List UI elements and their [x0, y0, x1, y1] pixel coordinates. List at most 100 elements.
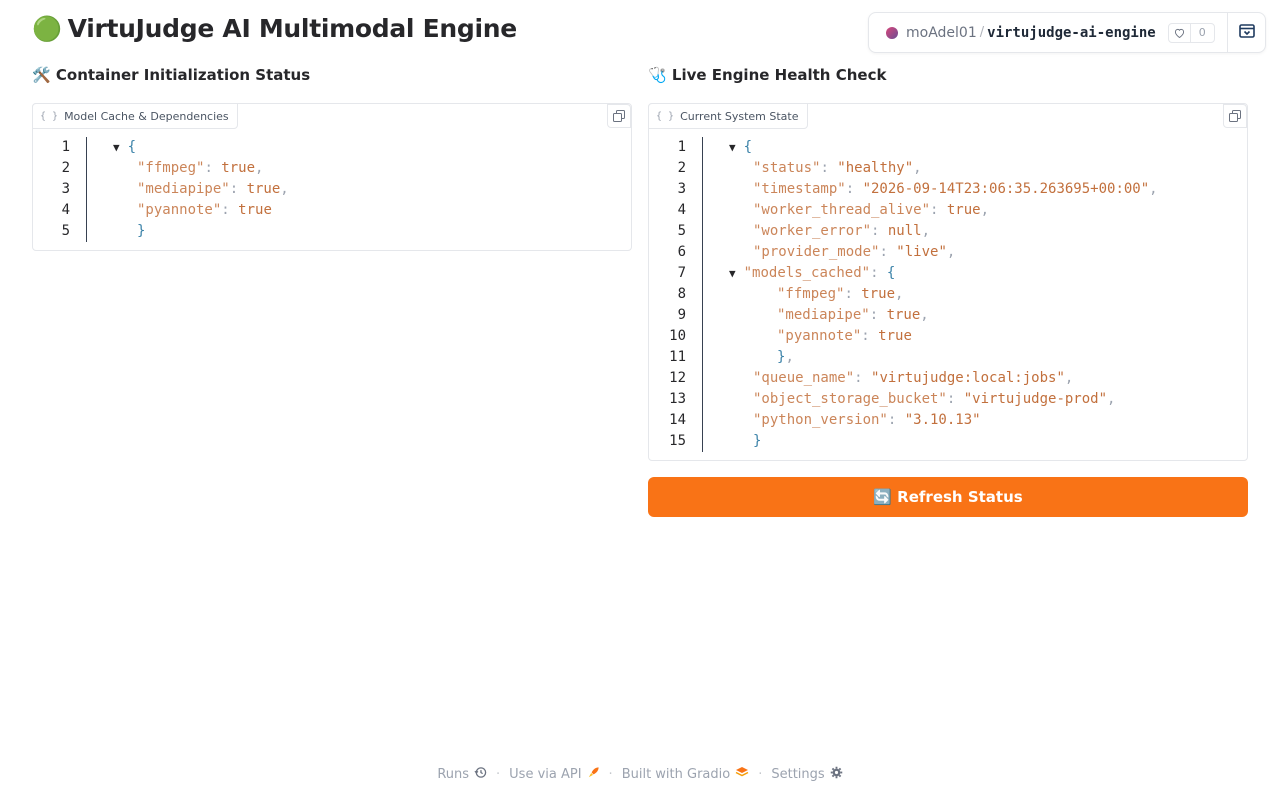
code-line: 5}: [33, 221, 631, 242]
use-via-api-link[interactable]: Use via API: [509, 766, 599, 783]
indent-guide: [702, 179, 719, 200]
code-line-body: },: [719, 347, 794, 368]
json-token-punct: :: [861, 328, 879, 344]
braces-icon: { }: [40, 110, 59, 122]
refresh-status-button[interactable]: 🔄 Refresh Status: [648, 477, 1248, 517]
json-token-punct: :: [887, 412, 905, 428]
json-token-punct: :: [845, 181, 863, 197]
code-line-body: "ffmpeg": true,: [103, 158, 263, 179]
line-number: 15: [669, 433, 686, 449]
code-line-body: "worker_error": null,: [719, 221, 930, 242]
json-token-val: true: [238, 202, 272, 218]
json-token-punct: ,: [895, 286, 904, 302]
code-line-body: "pyannote": true: [719, 326, 912, 347]
model-cache-json-panel: { } Model Cache & Dependencies 1 ▼{2 "ffmp…: [32, 103, 632, 251]
collapse-toggle-icon[interactable]: ▼: [729, 263, 736, 284]
code-line-body: "object_storage_bucket": "virtujudge-pro…: [719, 389, 1115, 410]
indent-guide: [702, 242, 719, 263]
json-token-brace: {: [886, 265, 896, 281]
panel-label-text: Current System State: [680, 109, 799, 123]
json-token-val: true: [878, 328, 912, 344]
code-line: 2 "status": "healthy",: [649, 158, 1247, 179]
json-token-punct: :: [879, 244, 897, 260]
indent-guide: [702, 284, 719, 305]
code-line: 9 "mediapipe": true,: [649, 305, 1247, 326]
copy-button[interactable]: [1223, 104, 1247, 128]
code-line: 12 "queue_name": "virtujudge:local:jobs",: [649, 368, 1247, 389]
braces-icon: { }: [656, 110, 675, 122]
json-token-punct: :: [221, 202, 239, 218]
line-number: 12: [669, 370, 686, 386]
json-token-val: "live": [896, 244, 947, 260]
history-icon: [474, 766, 487, 783]
green-circle-icon: 🟢: [32, 14, 62, 43]
code-line-body: "provider_mode": "live",: [719, 242, 955, 263]
settings-link[interactable]: Settings: [771, 766, 842, 783]
like-button[interactable]: 0: [1167, 22, 1215, 43]
json-token-val: "virtujudge:local:jobs": [871, 370, 1065, 386]
indent-guide: [702, 200, 719, 221]
json-token-punct: :: [870, 265, 887, 281]
line-number: 3: [677, 181, 686, 197]
indent-guide: [702, 410, 719, 431]
copy-icon: [1229, 107, 1241, 126]
json-token-val: "healthy": [837, 160, 914, 176]
json-token-brace: {: [127, 139, 137, 155]
indent-guide: [702, 347, 719, 368]
json-token-val: true: [221, 160, 256, 176]
collapse-header-button[interactable]: [1227, 13, 1265, 52]
indent-guide: [702, 326, 719, 347]
code-line: 8 "ffmpeg": true,: [649, 284, 1247, 305]
json-token-key: "timestamp": [753, 181, 846, 197]
json-token-punct: ,: [1149, 181, 1158, 197]
json-token-key: "mediapipe": [137, 181, 230, 197]
json-token-val: true: [246, 181, 281, 197]
built-with-gradio-link[interactable]: Built with Gradio: [622, 766, 750, 782]
json-token-punct: ,: [920, 307, 929, 323]
line-number: 6: [677, 244, 686, 260]
copy-button[interactable]: [607, 104, 631, 128]
path-separator: /: [979, 25, 985, 40]
collapse-toggle-icon[interactable]: ▼: [729, 137, 736, 158]
code-line: 4 "pyannote": true: [33, 200, 631, 221]
json-token-key: "status": [753, 160, 821, 176]
space-repo-link[interactable]: virtujudge-ai-engine: [987, 25, 1156, 41]
line-number: 10: [669, 328, 686, 344]
footer-separator: ·: [608, 766, 613, 782]
line-number: 7: [677, 265, 686, 281]
copy-icon: [613, 107, 625, 126]
json-token-punct: :: [844, 286, 862, 302]
collapse-toggle-icon[interactable]: ▼: [113, 137, 120, 158]
json-token-punct: ,: [946, 244, 956, 260]
json-token-punct: :: [820, 160, 838, 176]
runs-link[interactable]: Runs: [437, 766, 487, 783]
json-token-key: "pyannote": [137, 202, 222, 218]
json-token-punct: ,: [980, 202, 990, 218]
json-token-val: null: [887, 223, 922, 239]
line-number: 8: [677, 286, 686, 302]
code-line: 11},: [649, 347, 1247, 368]
line-number: 5: [61, 223, 70, 239]
json-token-key: "worker_thread_alive": [753, 202, 931, 218]
json-token-punct: ,: [921, 223, 931, 239]
indent-guide: [702, 305, 719, 326]
space-owner-link[interactable]: moAdel01: [906, 25, 977, 41]
code-line: 5 "worker_error": null,: [649, 221, 1247, 242]
code-line: 14 "python_version": "3.10.13": [649, 410, 1247, 431]
runs-label: Runs: [437, 766, 470, 782]
json-token-punct: :: [946, 391, 964, 407]
json-viewer: 1 ▼{2 "ffmpeg": true, 3 "mediapipe": true, 4 "…: [33, 137, 631, 242]
indent-guide: [702, 389, 719, 410]
code-line-body: }: [719, 431, 761, 452]
line-number: 2: [677, 160, 686, 176]
json-token-punct: ,: [1064, 370, 1074, 386]
footer-separator: ·: [496, 766, 501, 782]
code-line: 7 ▼ "models_cached": {: [649, 263, 1247, 284]
json-token-punct: ,: [913, 160, 922, 176]
json-token-val: true: [886, 307, 921, 323]
json-token-key: "mediapipe": [777, 307, 870, 323]
gradio-logo-icon: [735, 766, 749, 782]
owner-avatar[interactable]: [886, 26, 898, 39]
line-number: 4: [677, 202, 686, 218]
line-number: 11: [669, 349, 686, 365]
